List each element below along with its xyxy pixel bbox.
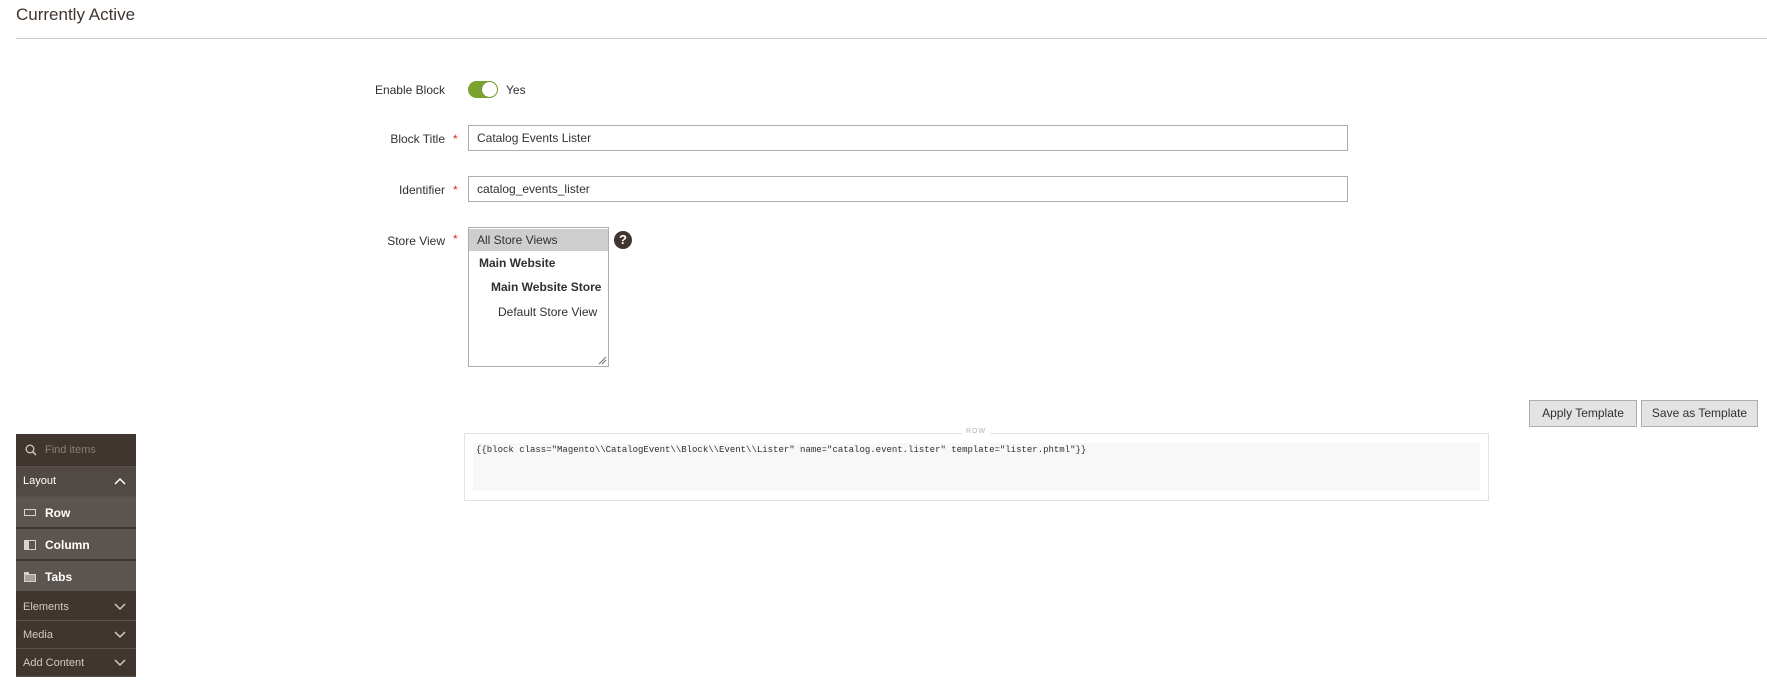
enable-block-value: Yes (506, 83, 526, 97)
help-icon[interactable]: ? (614, 231, 632, 249)
panel-item-label: Row (45, 506, 71, 520)
search-icon (25, 444, 37, 456)
panel-item-column[interactable]: Column (16, 529, 136, 560)
required-marker: * (453, 183, 458, 197)
panel-item-row[interactable]: Row (16, 497, 136, 528)
panel-section-label: Layout (23, 475, 57, 487)
panel-section-label: Media (23, 629, 53, 641)
row-icon (24, 509, 36, 516)
required-marker: * (453, 132, 458, 146)
panel-section-label: Elements (23, 601, 69, 613)
chevron-up-icon (114, 477, 126, 485)
panel-section-label: Add Content (23, 657, 85, 669)
apply-template-button[interactable]: Apply Template (1529, 400, 1637, 427)
identifier-label: Identifier (398, 183, 445, 197)
toggle-knob (482, 82, 497, 97)
store-view-label: Store View (387, 234, 445, 248)
html-code-block[interactable]: {{block class="Magento\\CatalogEvent\\Bl… (473, 443, 1480, 491)
enable-block-label: Enable Block (374, 83, 445, 97)
chevron-down-icon (114, 603, 126, 611)
section-title: Currently Active (16, 5, 136, 24)
section-divider (16, 38, 1767, 39)
panel-section-add-content[interactable]: Add Content (16, 649, 136, 677)
tabs-icon (24, 572, 36, 582)
panel-section-elements[interactable]: Elements (16, 593, 136, 621)
block-title-label: Block Title (390, 132, 445, 146)
panel-item-label: Column (45, 538, 90, 552)
store-view-option[interactable]: Main Website (469, 252, 608, 274)
store-view-option[interactable]: Default Store View (469, 301, 608, 323)
column-icon (24, 540, 36, 550)
chevron-down-icon (114, 659, 126, 667)
save-as-template-button[interactable]: Save as Template (1641, 400, 1758, 427)
block-title-input[interactable]: Catalog Events Lister (468, 125, 1348, 151)
panel-item-label: Tabs (45, 570, 73, 584)
search-placeholder: Find items (45, 444, 96, 456)
row-label: ROW (962, 428, 991, 435)
panel-search[interactable]: Find items (16, 434, 136, 467)
panel-section-media[interactable]: Media (16, 621, 136, 649)
store-view-option[interactable]: Main Website Store (469, 276, 608, 298)
required-marker: * (453, 232, 458, 246)
chevron-down-icon (114, 631, 126, 639)
enable-block-toggle[interactable] (468, 81, 498, 98)
html-code-text: {{block class="Magento\\CatalogEvent\\Bl… (476, 445, 1087, 455)
panel-section-layout[interactable]: Layout (16, 467, 136, 497)
identifier-input[interactable]: catalog_events_lister (468, 176, 1348, 202)
store-view-select[interactable]: All Store Views Main Website Main Websit… (468, 227, 609, 367)
panel-item-tabs[interactable]: Tabs (16, 561, 136, 592)
store-view-option[interactable]: All Store Views (469, 229, 608, 251)
page-builder-panel: Find items Layout Row Column Tabs Elemen… (16, 434, 136, 677)
resize-handle-icon[interactable] (598, 356, 607, 365)
